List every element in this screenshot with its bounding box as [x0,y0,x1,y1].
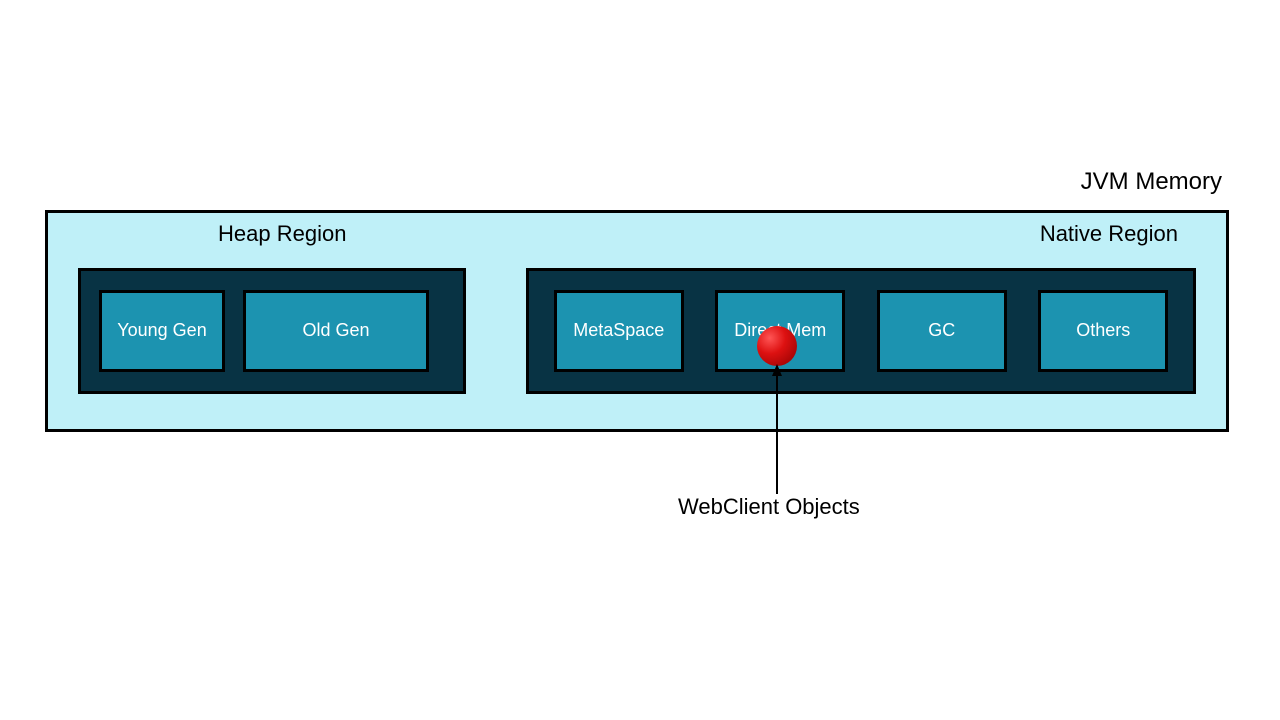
metaspace-cell: MetaSpace [554,290,684,372]
annotation-arrow [770,364,784,494]
native-region-label: Native Region [1040,221,1178,247]
webclient-objects-label: WebClient Objects [678,494,860,520]
native-region-box: MetaSpace Direct Mem GC Others [526,268,1196,394]
old-gen-cell: Old Gen [243,290,429,372]
heap-region-box: Young Gen Old Gen [78,268,466,394]
young-gen-cell: Young Gen [99,290,225,372]
jvm-memory-container: Heap Region Native Region Young Gen Old … [45,210,1229,432]
gc-cell: GC [877,290,1007,372]
others-cell: Others [1038,290,1168,372]
webclient-marker-dot [757,326,797,366]
diagram-title: JVM Memory [1081,168,1222,196]
heap-region-label: Heap Region [218,221,346,247]
